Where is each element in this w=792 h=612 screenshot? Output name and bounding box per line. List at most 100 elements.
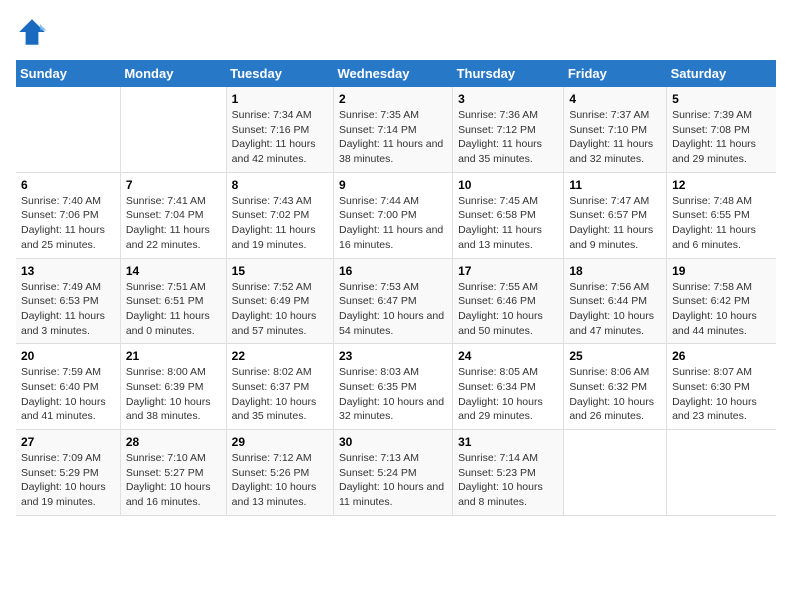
calendar-cell: 16 Sunrise: 7:53 AM Sunset: 6:47 PM Dayli… xyxy=(333,258,452,344)
calendar-cell: 14Sunrise: 7:51 AM Sunset: 6:51 PM Dayli… xyxy=(120,258,226,344)
weekday-header-saturday: Saturday xyxy=(667,60,776,87)
calendar-cell: 25Sunrise: 8:06 AM Sunset: 6:32 PM Dayli… xyxy=(564,344,667,430)
calendar-cell: 7 Sunrise: 7:41 AM Sunset: 7:04 PM Daylig… xyxy=(120,172,226,258)
calendar-cell xyxy=(120,87,226,172)
day-number: 18 xyxy=(569,264,661,278)
day-info: Sunrise: 7:39 AM Sunset: 7:08 PM Dayligh… xyxy=(672,108,771,167)
calendar-cell: 13 Sunrise: 7:49 AM Sunset: 6:53 PM Dayli… xyxy=(16,258,120,344)
week-row-2: 13 Sunrise: 7:49 AM Sunset: 6:53 PM Dayli… xyxy=(16,258,776,344)
day-number: 26 xyxy=(672,349,771,363)
weekday-header-row: SundayMondayTuesdayWednesdayThursdayFrid… xyxy=(16,60,776,87)
calendar-cell: 28Sunrise: 7:10 AM Sunset: 5:27 PM Dayli… xyxy=(120,430,226,516)
day-number: 22 xyxy=(232,349,328,363)
day-number: 5 xyxy=(672,92,771,106)
day-number: 20 xyxy=(21,349,115,363)
calendar-cell: 24 Sunrise: 8:05 AM Sunset: 6:34 PM Dayli… xyxy=(453,344,564,430)
day-info: Sunrise: 7:35 AM Sunset: 7:14 PM Dayligh… xyxy=(339,108,447,167)
day-number: 30 xyxy=(339,435,447,449)
weekday-header-monday: Monday xyxy=(120,60,226,87)
day-info: Sunrise: 7:55 AM Sunset: 6:46 PM Dayligh… xyxy=(458,280,558,339)
day-info: Sunrise: 7:58 AM Sunset: 6:42 PM Dayligh… xyxy=(672,280,771,339)
day-number: 14 xyxy=(126,264,221,278)
calendar-cell: 21Sunrise: 8:00 AM Sunset: 6:39 PM Dayli… xyxy=(120,344,226,430)
calendar-cell: 12 Sunrise: 7:48 AM Sunset: 6:55 PM Dayli… xyxy=(667,172,776,258)
day-info: Sunrise: 7:41 AM Sunset: 7:04 PM Dayligh… xyxy=(126,194,221,253)
calendar-cell: 3Sunrise: 7:36 AM Sunset: 7:12 PM Daylig… xyxy=(453,87,564,172)
calendar-cell: 2 Sunrise: 7:35 AM Sunset: 7:14 PM Daylig… xyxy=(333,87,452,172)
calendar-cell: 15Sunrise: 7:52 AM Sunset: 6:49 PM Dayli… xyxy=(226,258,333,344)
calendar-cell: 6Sunrise: 7:40 AM Sunset: 7:06 PM Daylig… xyxy=(16,172,120,258)
day-info: Sunrise: 7:36 AM Sunset: 7:12 PM Dayligh… xyxy=(458,108,558,167)
calendar-cell: 17 Sunrise: 7:55 AM Sunset: 6:46 PM Dayli… xyxy=(453,258,564,344)
day-number: 31 xyxy=(458,435,558,449)
day-number: 2 xyxy=(339,92,447,106)
day-number: 21 xyxy=(126,349,221,363)
weekday-header-tuesday: Tuesday xyxy=(226,60,333,87)
day-number: 29 xyxy=(232,435,328,449)
weekday-header-thursday: Thursday xyxy=(453,60,564,87)
calendar-table: SundayMondayTuesdayWednesdayThursdayFrid… xyxy=(16,60,776,516)
day-info: Sunrise: 7:53 AM Sunset: 6:47 PM Dayligh… xyxy=(339,280,447,339)
calendar-cell xyxy=(667,430,776,516)
day-info: Sunrise: 8:03 AM Sunset: 6:35 PM Dayligh… xyxy=(339,365,447,424)
weekday-header-friday: Friday xyxy=(564,60,667,87)
calendar-cell xyxy=(564,430,667,516)
day-number: 28 xyxy=(126,435,221,449)
day-number: 8 xyxy=(232,178,328,192)
day-number: 27 xyxy=(21,435,115,449)
day-number: 12 xyxy=(672,178,771,192)
day-info: Sunrise: 7:48 AM Sunset: 6:55 PM Dayligh… xyxy=(672,194,771,253)
day-info: Sunrise: 7:59 AM Sunset: 6:40 PM Dayligh… xyxy=(21,365,115,424)
calendar-cell: 18 Sunrise: 7:56 AM Sunset: 6:44 PM Dayli… xyxy=(564,258,667,344)
calendar-cell: 23 Sunrise: 8:03 AM Sunset: 6:35 PM Dayli… xyxy=(333,344,452,430)
day-info: Sunrise: 7:44 AM Sunset: 7:00 PM Dayligh… xyxy=(339,194,447,253)
week-row-1: 6Sunrise: 7:40 AM Sunset: 7:06 PM Daylig… xyxy=(16,172,776,258)
day-number: 7 xyxy=(126,178,221,192)
calendar-cell: 27 Sunrise: 7:09 AM Sunset: 5:29 PM Dayli… xyxy=(16,430,120,516)
day-number: 24 xyxy=(458,349,558,363)
day-info: Sunrise: 7:45 AM Sunset: 6:58 PM Dayligh… xyxy=(458,194,558,253)
day-number: 23 xyxy=(339,349,447,363)
calendar-cell: 26 Sunrise: 8:07 AM Sunset: 6:30 PM Dayli… xyxy=(667,344,776,430)
calendar-cell: 5 Sunrise: 7:39 AM Sunset: 7:08 PM Daylig… xyxy=(667,87,776,172)
calendar-cell: 30Sunrise: 7:13 AM Sunset: 5:24 PM Dayli… xyxy=(333,430,452,516)
day-number: 19 xyxy=(672,264,771,278)
day-info: Sunrise: 7:09 AM Sunset: 5:29 PM Dayligh… xyxy=(21,451,115,510)
day-number: 11 xyxy=(569,178,661,192)
weekday-header-sunday: Sunday xyxy=(16,60,120,87)
day-info: Sunrise: 8:07 AM Sunset: 6:30 PM Dayligh… xyxy=(672,365,771,424)
calendar-cell: 8Sunrise: 7:43 AM Sunset: 7:02 PM Daylig… xyxy=(226,172,333,258)
day-number: 9 xyxy=(339,178,447,192)
day-info: Sunrise: 7:56 AM Sunset: 6:44 PM Dayligh… xyxy=(569,280,661,339)
logo-icon xyxy=(16,16,48,48)
day-info: Sunrise: 7:47 AM Sunset: 6:57 PM Dayligh… xyxy=(569,194,661,253)
week-row-0: 1 Sunrise: 7:34 AM Sunset: 7:16 PM Daylig… xyxy=(16,87,776,172)
calendar-cell: 31 Sunrise: 7:14 AM Sunset: 5:23 PM Dayli… xyxy=(453,430,564,516)
day-info: Sunrise: 7:52 AM Sunset: 6:49 PM Dayligh… xyxy=(232,280,328,339)
day-number: 1 xyxy=(232,92,328,106)
day-info: Sunrise: 7:12 AM Sunset: 5:26 PM Dayligh… xyxy=(232,451,328,510)
calendar-cell: 20 Sunrise: 7:59 AM Sunset: 6:40 PM Dayli… xyxy=(16,344,120,430)
calendar-cell: 22 Sunrise: 8:02 AM Sunset: 6:37 PM Dayli… xyxy=(226,344,333,430)
day-number: 10 xyxy=(458,178,558,192)
calendar-cell: 11 Sunrise: 7:47 AM Sunset: 6:57 PM Dayli… xyxy=(564,172,667,258)
day-info: Sunrise: 8:05 AM Sunset: 6:34 PM Dayligh… xyxy=(458,365,558,424)
day-info: Sunrise: 8:06 AM Sunset: 6:32 PM Dayligh… xyxy=(569,365,661,424)
calendar-cell: 1 Sunrise: 7:34 AM Sunset: 7:16 PM Daylig… xyxy=(226,87,333,172)
day-number: 16 xyxy=(339,264,447,278)
page-header xyxy=(16,16,776,48)
day-number: 17 xyxy=(458,264,558,278)
calendar-cell: 10 Sunrise: 7:45 AM Sunset: 6:58 PM Dayli… xyxy=(453,172,564,258)
day-number: 13 xyxy=(21,264,115,278)
day-number: 6 xyxy=(21,178,115,192)
calendar-cell: 29 Sunrise: 7:12 AM Sunset: 5:26 PM Dayli… xyxy=(226,430,333,516)
calendar-cell: 4Sunrise: 7:37 AM Sunset: 7:10 PM Daylig… xyxy=(564,87,667,172)
day-info: Sunrise: 7:34 AM Sunset: 7:16 PM Dayligh… xyxy=(232,108,328,167)
logo xyxy=(16,16,52,48)
day-info: Sunrise: 7:49 AM Sunset: 6:53 PM Dayligh… xyxy=(21,280,115,339)
day-info: Sunrise: 8:02 AM Sunset: 6:37 PM Dayligh… xyxy=(232,365,328,424)
calendar-cell xyxy=(16,87,120,172)
day-info: Sunrise: 7:14 AM Sunset: 5:23 PM Dayligh… xyxy=(458,451,558,510)
day-info: Sunrise: 7:37 AM Sunset: 7:10 PM Dayligh… xyxy=(569,108,661,167)
weekday-header-wednesday: Wednesday xyxy=(333,60,452,87)
